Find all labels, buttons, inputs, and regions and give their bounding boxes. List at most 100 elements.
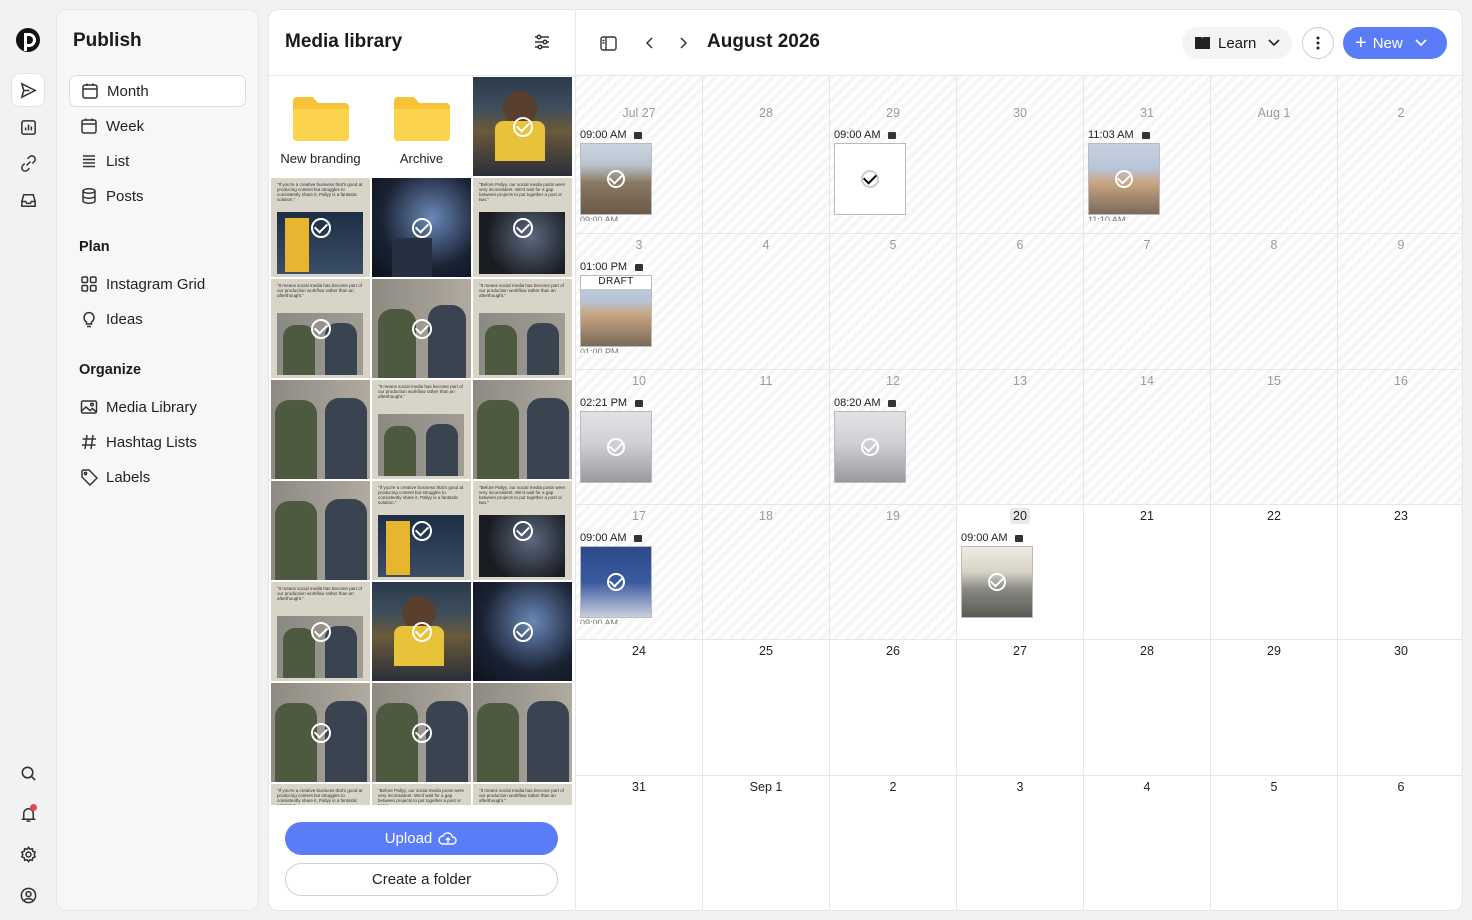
calendar-day-cell[interactable]: 10 02:21 PM <box>576 370 703 505</box>
scheduled-post[interactable]: 08:20 AM <box>834 397 906 483</box>
toggle-sidebar-icon[interactable] <box>598 33 618 53</box>
post-thumbnail[interactable] <box>580 546 652 618</box>
media-thumbnail[interactable]: "Before Pallyy, our social media posts w… <box>473 178 572 277</box>
calendar-day-cell[interactable]: 3 01:00 PM DRAFT 01:00 PM <box>576 234 703 370</box>
media-thumbnail[interactable] <box>473 683 572 782</box>
media-thumbnail[interactable]: "If you're a creative business that's go… <box>372 481 471 580</box>
calendar-day-cell[interactable]: 20 09:00 AM <box>957 505 1084 640</box>
calendar-day-cell[interactable]: 22 <box>1211 505 1338 640</box>
next-month-chevron-icon[interactable] <box>673 33 693 53</box>
post-thumbnail[interactable] <box>580 143 652 215</box>
nav-item-hashtag-lists[interactable]: Hashtag Lists <box>69 426 246 458</box>
calendar-day-cell[interactable]: 24 <box>576 640 703 776</box>
additional-post-time[interactable]: 11:10 AM <box>1088 216 1160 221</box>
nav-item-month[interactable]: Month <box>69 75 246 107</box>
calendar-day-cell[interactable]: 31 11:03 AM 11:10 AM <box>1084 76 1211 234</box>
media-thumbnail[interactable] <box>372 683 471 782</box>
media-thumbnail[interactable] <box>372 178 471 277</box>
post-thumbnail[interactable] <box>834 143 906 215</box>
nav-item-media-library[interactable]: Media Library <box>69 391 246 423</box>
calendar-day-cell[interactable]: 29 09:00 AM <box>830 76 957 234</box>
calendar-day-cell[interactable]: 5 <box>1211 776 1338 910</box>
media-thumbnail[interactable] <box>473 582 572 681</box>
folder-tile[interactable]: New branding <box>271 77 370 176</box>
additional-post-time[interactable]: 01:00 PM <box>580 348 652 353</box>
media-thumbnail[interactable]: "It means social media has become part o… <box>372 380 471 479</box>
folder-tile[interactable]: Archive <box>372 77 471 176</box>
inbox-icon[interactable] <box>12 184 44 216</box>
scheduled-post[interactable]: 11:03 AM 11:10 AM <box>1088 129 1160 221</box>
media-thumbnail[interactable] <box>372 582 471 681</box>
calendar-day-cell[interactable]: 9 <box>1338 234 1462 370</box>
more-options-icon[interactable] <box>1302 27 1334 59</box>
filter-sliders-icon[interactable] <box>532 32 552 52</box>
calendar-day-cell[interactable]: 13 <box>957 370 1084 505</box>
post-thumbnail[interactable] <box>1088 143 1160 215</box>
scheduled-post[interactable]: 09:00 AM <box>834 129 906 215</box>
media-thumbnail[interactable] <box>473 380 572 479</box>
calendar-day-cell[interactable]: 4 <box>703 234 830 370</box>
media-thumbnail[interactable] <box>372 279 471 378</box>
calendar-day-cell[interactable]: 28 <box>703 76 830 234</box>
post-thumbnail[interactable]: DRAFT <box>580 275 652 347</box>
calendar-day-cell[interactable]: 30 <box>1338 640 1462 776</box>
calendar-day-cell[interactable]: 6 <box>957 234 1084 370</box>
calendar-day-cell[interactable]: 2 <box>830 776 957 910</box>
post-thumbnail[interactable] <box>834 411 906 483</box>
pallyy-logo-icon[interactable] <box>14 26 42 54</box>
analytics-icon[interactable] <box>12 111 44 143</box>
link-icon[interactable] <box>12 147 44 179</box>
nav-item-labels[interactable]: Labels <box>69 461 246 493</box>
additional-post-time[interactable]: 09:00 AM <box>580 619 652 624</box>
calendar-day-cell[interactable]: 2 <box>1338 76 1462 234</box>
scheduled-post[interactable]: 09:00 AM <box>961 532 1033 618</box>
media-thumbnail[interactable]: "It means social media has become part o… <box>473 279 572 378</box>
media-thumbnail[interactable] <box>271 380 370 479</box>
publish-icon[interactable] <box>12 74 44 106</box>
calendar-day-cell[interactable]: 19 <box>830 505 957 640</box>
scheduled-post[interactable]: 09:00 AM 09:00 AM <box>580 532 652 624</box>
calendar-day-cell[interactable]: 28 <box>1084 640 1211 776</box>
media-thumbnail[interactable]: "Before Pallyy, our social media posts w… <box>473 481 572 580</box>
post-thumbnail[interactable] <box>580 411 652 483</box>
media-thumbnail[interactable] <box>473 77 572 176</box>
calendar-day-cell[interactable]: 18 <box>703 505 830 640</box>
nav-item-week[interactable]: Week <box>69 110 246 142</box>
calendar-day-cell[interactable]: Jul 27 09:00 AM 09:00 AM <box>576 76 703 234</box>
calendar-day-cell[interactable]: 31 <box>576 776 703 910</box>
calendar-day-cell[interactable]: 21 <box>1084 505 1211 640</box>
calendar-day-cell[interactable]: 5 <box>830 234 957 370</box>
account-avatar-icon[interactable] <box>12 879 44 911</box>
upload-button[interactable]: Upload <box>285 822 558 855</box>
media-thumbnail[interactable]: "If you're a creative business that's go… <box>271 178 370 277</box>
scheduled-post[interactable]: 02:21 PM <box>580 397 652 483</box>
calendar-day-cell[interactable]: 25 <box>703 640 830 776</box>
settings-gear-icon[interactable] <box>12 838 44 870</box>
media-thumbnail[interactable]: "Before Pallyy, our social media posts w… <box>372 784 471 805</box>
calendar-day-cell[interactable]: 26 <box>830 640 957 776</box>
new-post-button[interactable]: + New <box>1343 27 1447 59</box>
notifications-bell-icon[interactable] <box>12 798 44 830</box>
calendar-day-cell[interactable]: 30 <box>957 76 1084 234</box>
calendar-day-cell[interactable]: Sep 1 <box>703 776 830 910</box>
calendar-day-cell[interactable]: 8 <box>1211 234 1338 370</box>
nav-item-list[interactable]: List <box>69 145 246 177</box>
calendar-day-cell[interactable]: 15 <box>1211 370 1338 505</box>
calendar-day-cell[interactable]: 7 <box>1084 234 1211 370</box>
learn-dropdown[interactable]: Learn <box>1182 27 1292 59</box>
calendar-day-cell[interactable]: 23 <box>1338 505 1462 640</box>
nav-item-posts[interactable]: Posts <box>69 180 246 212</box>
calendar-day-cell[interactable]: 16 <box>1338 370 1462 505</box>
calendar-day-cell[interactable]: 17 09:00 AM 09:00 AM <box>576 505 703 640</box>
nav-item-instagram-grid[interactable]: Instagram Grid <box>69 268 246 300</box>
calendar-day-cell[interactable]: 6 <box>1338 776 1462 910</box>
scheduled-post[interactable]: 01:00 PM DRAFT 01:00 PM <box>580 261 652 353</box>
media-thumbnail[interactable]: "If you're a creative business that's go… <box>271 784 370 805</box>
media-thumbnail[interactable]: "It means social media has become part o… <box>271 582 370 681</box>
post-thumbnail[interactable] <box>961 546 1033 618</box>
calendar-day-cell[interactable]: Aug 1 <box>1211 76 1338 234</box>
calendar-day-cell[interactable]: 29 <box>1211 640 1338 776</box>
calendar-day-cell[interactable]: 4 <box>1084 776 1211 910</box>
calendar-day-cell[interactable]: 3 <box>957 776 1084 910</box>
media-thumbnail[interactable]: "It means social media has become part o… <box>271 279 370 378</box>
